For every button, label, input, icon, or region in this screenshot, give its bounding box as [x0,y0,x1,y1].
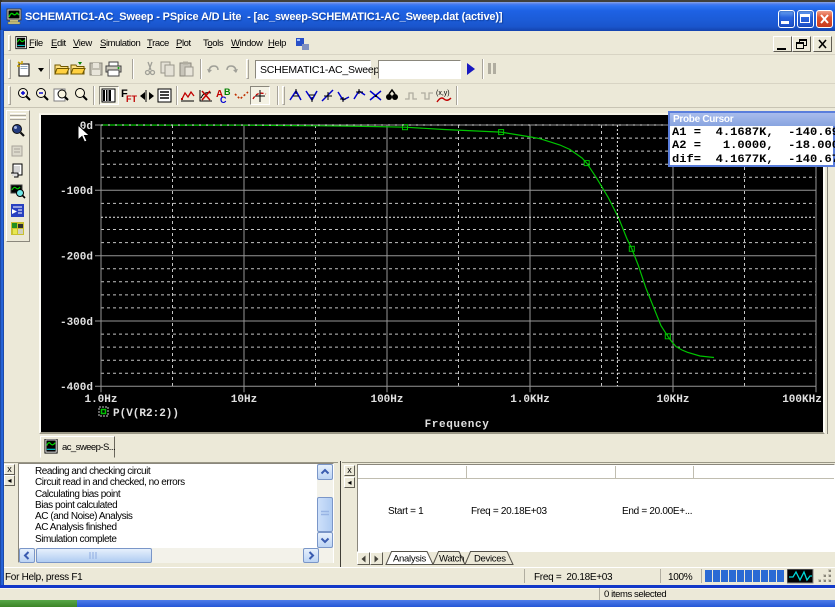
svg-text:10Hz: 10Hz [231,394,257,406]
svg-text:Devices: Devices [474,554,506,565]
svg-text:P(V(R2:2)): P(V(R2:2)) [113,408,179,420]
svg-text:C: C [220,95,227,104]
svg-text:Watch: Watch [439,554,464,565]
svg-text:Frequency: Frequency [425,419,490,431]
svg-text:FT: FT [126,94,137,104]
svg-text:-400d: -400d [60,382,93,394]
svg-text:10KHz: 10KHz [656,394,689,406]
svg-text:(x,y): (x,y) [436,90,450,97]
svg-text:-200d: -200d [60,252,93,264]
svg-text:-100d: -100d [60,186,93,198]
svg-text:100KHz: 100KHz [782,394,822,406]
svg-text:1.0KHz: 1.0KHz [510,394,550,406]
svg-text:Analysis: Analysis [393,554,427,565]
svg-text:1.0Hz: 1.0Hz [84,394,117,406]
svg-text:100Hz: 100Hz [370,394,403,406]
svg-text:-300d: -300d [60,317,93,329]
